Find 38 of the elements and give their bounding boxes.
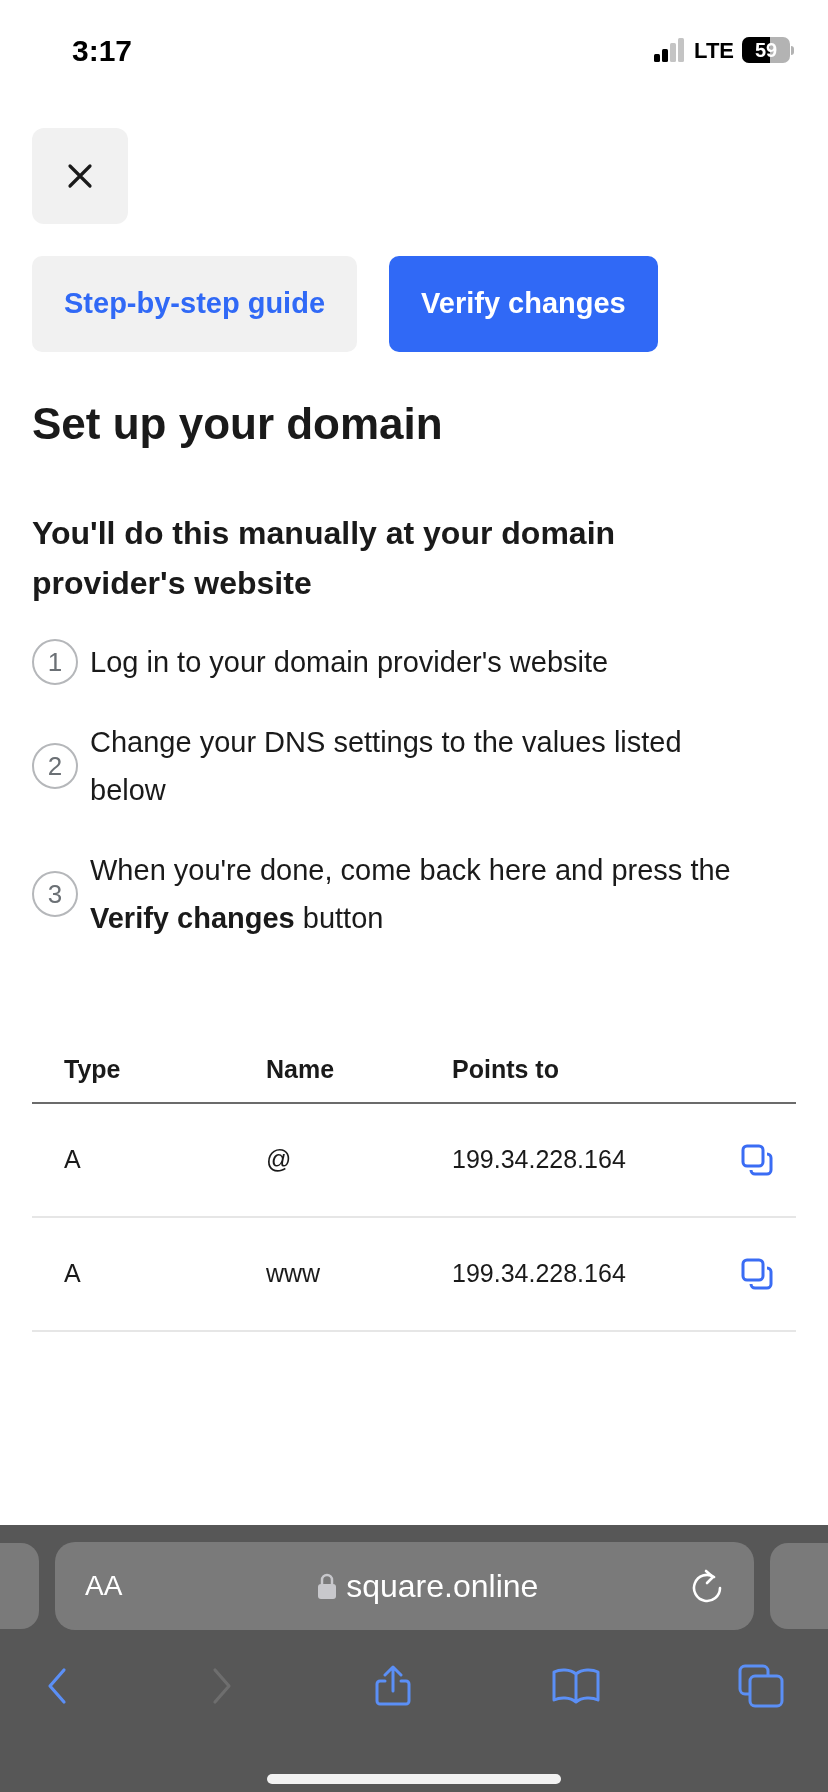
copy-icon [741,1258,773,1290]
step-number: 2 [32,743,78,789]
table-cell-text: A [63,1144,82,1176]
section-heading: You'll do this manually at your domain provider's website [32,514,617,603]
status-time: 3:17 [72,32,133,69]
column-header: Type [63,1054,122,1086]
step-text: When you're done, come back here and press the Verify changes button [90,853,732,936]
previous-tab-edge[interactable] [0,1543,39,1629]
close-button[interactable] [32,128,128,224]
text-size-button[interactable]: AA [85,1565,165,1607]
network-label: LTE [694,36,734,65]
column-header: Name [265,1054,336,1086]
guide-button[interactable]: Step-by-step guide [32,256,357,352]
share-icon[interactable] [373,1665,413,1707]
verify-button[interactable]: Verify changes [389,256,658,352]
copy-button[interactable] [740,1257,774,1291]
signal-icon [654,38,687,62]
table-cell-text: A [63,1258,82,1290]
close-icon [67,163,93,189]
step-number: 1 [32,639,78,685]
column-header: Points to [451,1054,560,1086]
table-cell-text: www [265,1258,322,1290]
copy-icon [741,1144,773,1176]
next-tab-edge[interactable] [769,1543,828,1629]
table-cell-text: 199.34.228.164 [451,1144,627,1176]
table-cell-text: @ [265,1144,293,1176]
book-icon[interactable] [551,1666,600,1706]
step-text: Log in to your domain provider's website [90,645,610,680]
address-bar[interactable]: AA square.online [55,1542,754,1630]
reload-icon[interactable] [691,1569,724,1603]
page-title: Set up your domain [32,398,444,450]
copy-button[interactable] [740,1143,774,1177]
lock-icon [318,1573,337,1599]
tabs-icon[interactable] [738,1664,784,1708]
table-cell-text: 199.34.228.164 [451,1258,627,1290]
step-number: 3 [32,871,78,917]
step-text: Change your DNS settings to the values listed below [90,725,683,808]
url-text: square.online [346,1567,539,1606]
